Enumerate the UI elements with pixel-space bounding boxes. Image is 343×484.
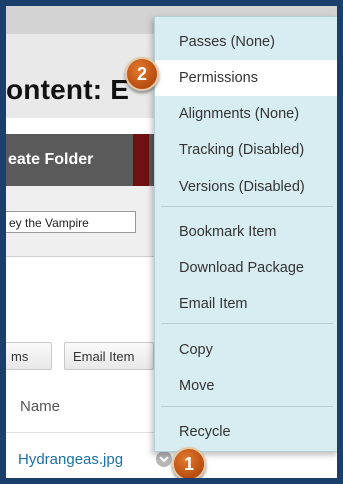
menu-item-move[interactable]: Move [155, 368, 337, 404]
menu-item-versions[interactable]: Versions (Disabled) [155, 169, 337, 205]
name-column-header[interactable]: Name [20, 398, 60, 415]
action-bar-divider [133, 134, 149, 186]
chevron-down-icon [159, 456, 169, 463]
menu-item-copy[interactable]: Copy [155, 332, 337, 368]
menu-separator [161, 406, 333, 407]
menu-item-tracking[interactable]: Tracking (Disabled) [155, 132, 337, 168]
items-button[interactable]: ms [6, 342, 52, 370]
menu-item-download-package[interactable]: Download Package [155, 250, 337, 286]
menu-item-email-item[interactable]: Email Item [155, 286, 337, 322]
menu-item-recycle[interactable]: Recycle [155, 414, 337, 450]
app-frame: ontent: E eate Folder ey the Vampire ms … [6, 6, 337, 478]
menu-item-passes[interactable]: Passes (None) [155, 24, 337, 60]
step-2-callout: 2 [125, 57, 159, 91]
menu-separator [161, 323, 333, 324]
page-title: ontent: E [6, 74, 130, 105]
search-input[interactable]: ey the Vampire [6, 211, 136, 233]
step-1-callout: 1 [172, 447, 206, 478]
create-folder-label: eate Folder [8, 151, 94, 168]
email-item-button[interactable]: Email Item [64, 342, 154, 370]
create-folder-button[interactable]: eate Folder [6, 134, 130, 186]
row-menu-button[interactable] [156, 451, 172, 467]
menu-separator [161, 206, 333, 207]
context-menu: Passes (None) Permissions Alignments (No… [154, 16, 337, 452]
menu-item-permissions[interactable]: Permissions [155, 60, 337, 96]
menu-item-alignments[interactable]: Alignments (None) [155, 96, 337, 132]
file-link[interactable]: Hydrangeas.jpg [18, 451, 123, 468]
menu-item-bookmark[interactable]: Bookmark Item [155, 214, 337, 250]
